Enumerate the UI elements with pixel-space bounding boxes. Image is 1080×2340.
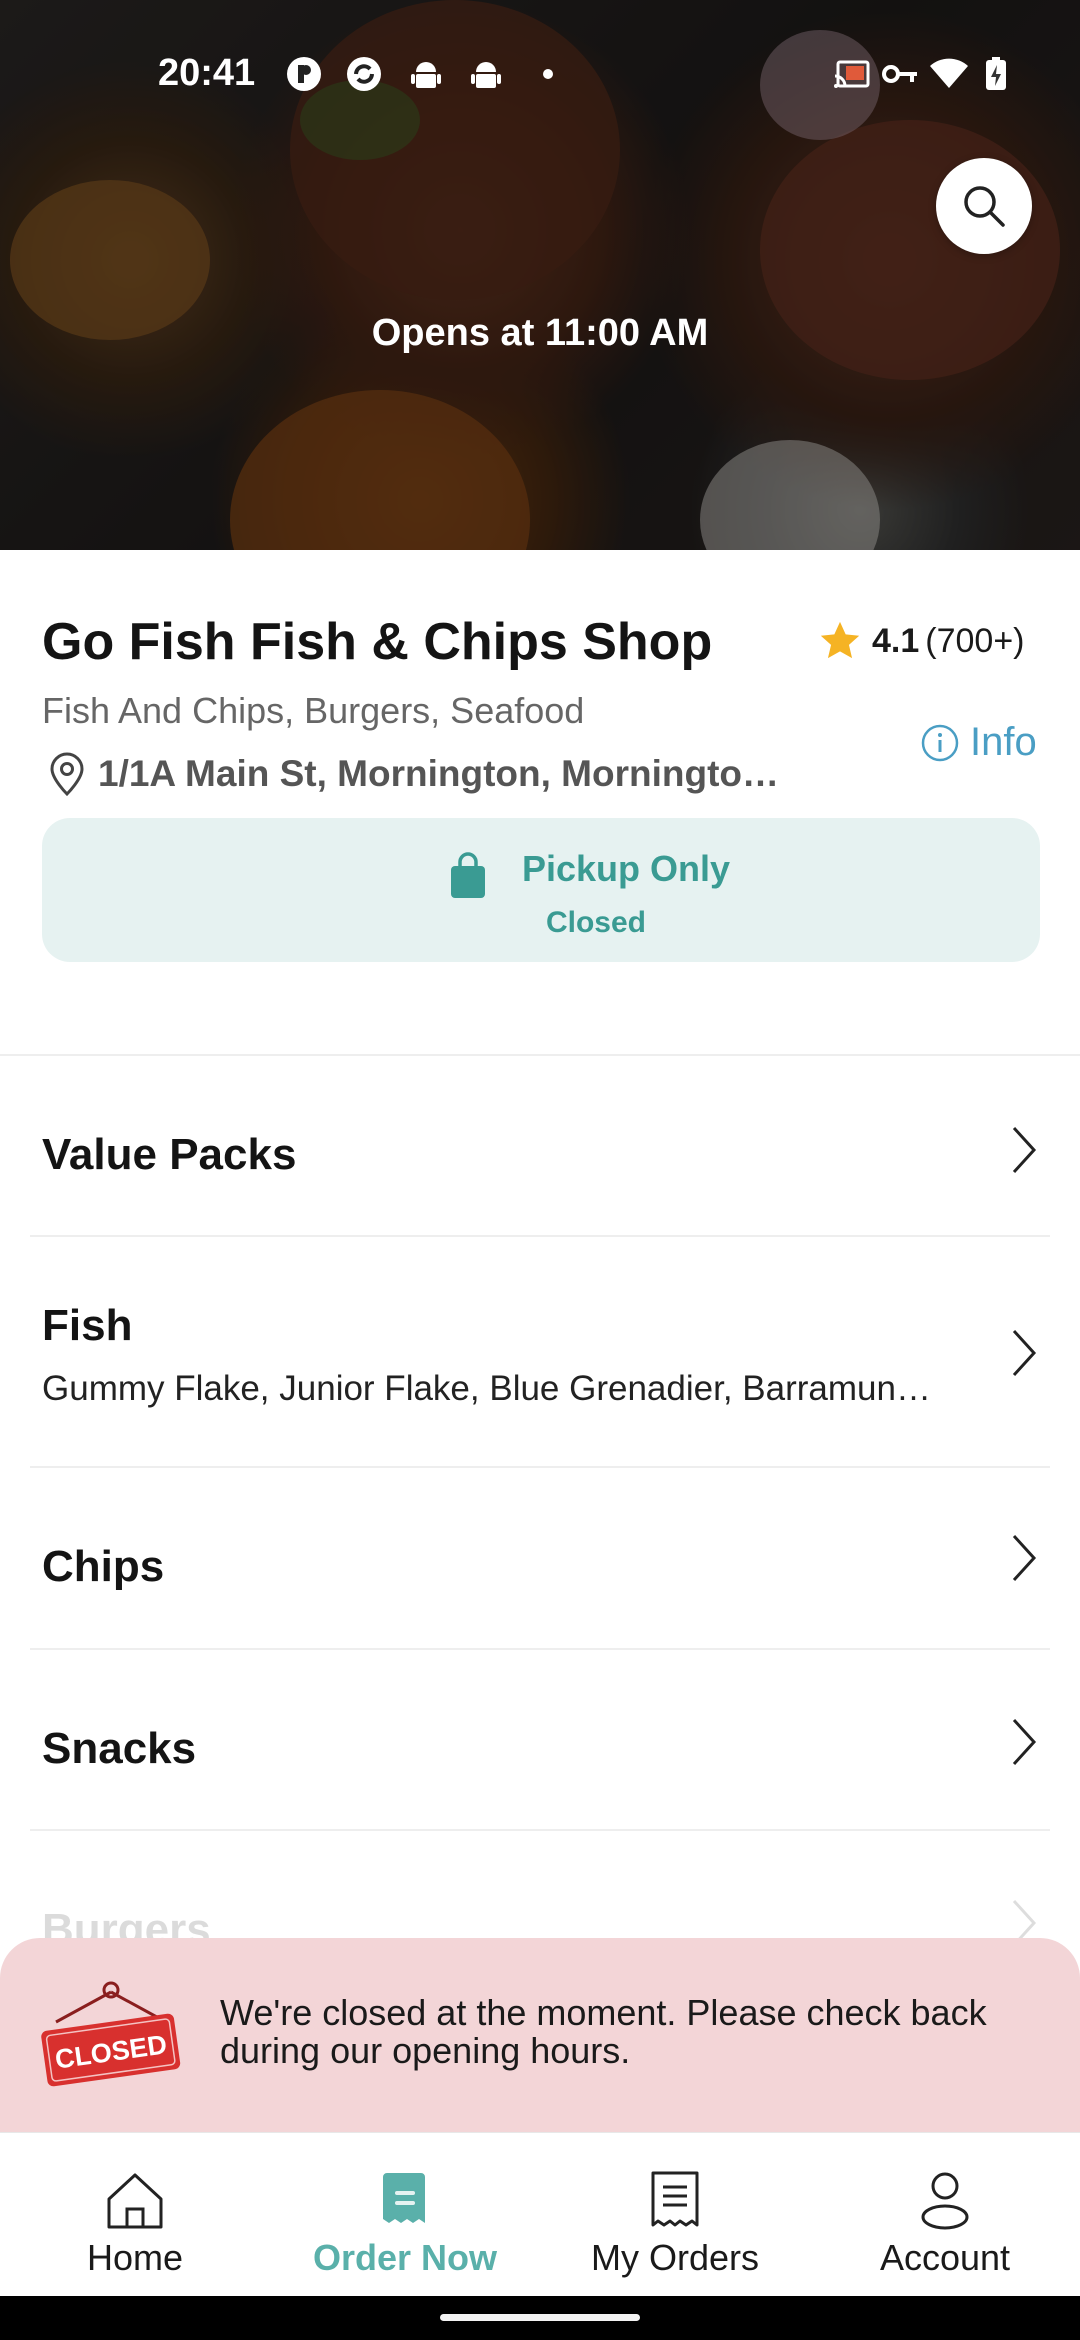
sync-notification-icon bbox=[347, 57, 381, 91]
menu-category-chips[interactable]: Chips bbox=[0, 1468, 1080, 1648]
shopping-bag-icon bbox=[451, 852, 485, 898]
android-icon bbox=[471, 62, 501, 88]
closed-sign-icon: CLOSED bbox=[41, 1981, 181, 2087]
order-icon bbox=[383, 2173, 425, 2223]
location-pin-icon bbox=[50, 752, 84, 796]
restaurant-name: Go Fish Fish & Chips Shop bbox=[42, 613, 713, 671]
info-icon bbox=[921, 724, 959, 761]
search-button[interactable] bbox=[936, 158, 1032, 254]
vpn-key-icon bbox=[882, 65, 917, 83]
opening-time-text: Opens at 11:00 AM bbox=[371, 312, 709, 354]
address-text: 1/1A Main St, Mornington, Morningto… bbox=[98, 753, 779, 794]
android-icon bbox=[411, 62, 441, 88]
cast-icon bbox=[834, 60, 870, 88]
status-bar: 20:41 bbox=[0, 0, 1080, 150]
nav-my-orders-label: My Orders bbox=[590, 2237, 759, 2278]
gesture-handle[interactable] bbox=[440, 2314, 640, 2321]
cuisine-list: Fish And Chips, Burgers, Seafood bbox=[42, 690, 585, 731]
receipt-icon bbox=[651, 2171, 699, 2227]
info-link[interactable]: Info bbox=[920, 720, 1037, 765]
nav-account-label: Account bbox=[879, 2237, 1011, 2278]
address[interactable]: 1/1A Main St, Mornington, Morningto… bbox=[48, 752, 808, 796]
category-name: Chips bbox=[42, 1542, 165, 1591]
star-icon bbox=[820, 621, 860, 659]
home-icon bbox=[107, 2173, 163, 2229]
category-name: Snacks bbox=[42, 1724, 197, 1773]
info-label: Info bbox=[970, 720, 1037, 764]
menu-category-burgers[interactable]: Burgers bbox=[0, 1831, 1080, 1941]
closed-message: We're closed at the moment. Please check… bbox=[220, 1992, 987, 2071]
hero-banner: 20:41 Opens at 11:00 AM bbox=[0, 0, 1080, 550]
pickup-mode-card[interactable]: Pickup Only Closed bbox=[42, 818, 1040, 962]
chevron-right-icon bbox=[1012, 1899, 1037, 1941]
category-name: Fish bbox=[42, 1301, 133, 1350]
pickup-title: Pickup Only bbox=[522, 848, 731, 889]
nav-home[interactable]: Home bbox=[0, 2133, 270, 2297]
closed-notice-banner: CLOSED We're closed at the moment. Pleas… bbox=[0, 1938, 1080, 2138]
menu-category-value-packs[interactable]: Value Packs bbox=[0, 1056, 1080, 1236]
battery-charging-icon bbox=[986, 57, 1006, 90]
category-name: Burgers bbox=[42, 1905, 211, 1941]
chevron-right-icon bbox=[1012, 1534, 1037, 1582]
bottom-navigation: Home Order Now My Orders Account bbox=[0, 2132, 1080, 2297]
chevron-right-icon bbox=[1012, 1329, 1037, 1377]
nav-order-now-label: Order Now bbox=[312, 2237, 498, 2278]
nav-order-now[interactable]: Order Now bbox=[270, 2133, 540, 2297]
nav-account[interactable]: Account bbox=[810, 2133, 1080, 2297]
nav-home-label: Home bbox=[86, 2237, 184, 2278]
wifi-icon bbox=[930, 58, 968, 88]
rating-value: 4.1 bbox=[872, 621, 920, 660]
rating[interactable]: 4.1 (700+) bbox=[818, 616, 1025, 666]
category-name: Value Packs bbox=[42, 1130, 297, 1179]
menu-category-snacks[interactable]: Snacks bbox=[0, 1650, 1080, 1830]
chevron-right-icon bbox=[1012, 1126, 1037, 1174]
dot-icon bbox=[543, 69, 553, 79]
rating-count: (700+) bbox=[925, 621, 1025, 660]
chevron-right-icon bbox=[1012, 1718, 1037, 1766]
search-icon bbox=[964, 186, 1005, 227]
menu-category-fish[interactable]: Fish Gummy Flake, Junior Flake, Blue Gre… bbox=[0, 1237, 1080, 1467]
category-description: Gummy Flake, Junior Flake, Blue Grenadie… bbox=[42, 1369, 931, 1408]
pickup-status: Closed bbox=[545, 906, 647, 939]
system-gesture-bar bbox=[0, 2296, 1080, 2340]
account-icon bbox=[921, 2172, 969, 2230]
app-notification-icon bbox=[287, 57, 321, 91]
nav-my-orders[interactable]: My Orders bbox=[540, 2133, 810, 2297]
status-time: 20:41 bbox=[158, 52, 256, 94]
